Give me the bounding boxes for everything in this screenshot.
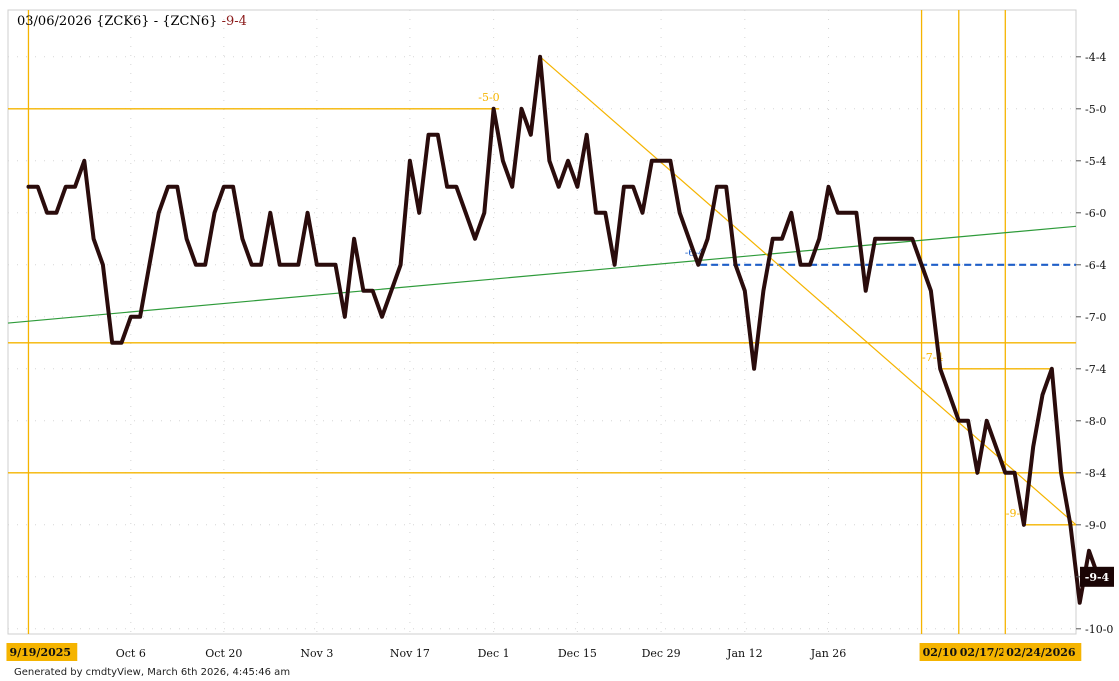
x-tick-label: Jan 12 xyxy=(726,647,763,660)
price-series-line xyxy=(26,54,1101,605)
y-tick-label: -8-4 xyxy=(1085,467,1106,480)
x-tick-label: Nov 3 xyxy=(300,647,333,660)
title-symbols: {ZCK6} - {ZCN6} xyxy=(96,14,218,29)
x-tick-label: Dec 15 xyxy=(558,647,597,660)
trendline xyxy=(539,56,1077,526)
x-tick-label: Dec 1 xyxy=(478,647,510,660)
y-tick-label: -6-0 xyxy=(1085,207,1106,220)
plot-border xyxy=(7,9,1077,635)
highlight-date-label: 02/10/ xyxy=(923,646,963,659)
last-value-badge-label: -9-4 xyxy=(1085,571,1110,584)
trendline xyxy=(7,225,1077,324)
generated-footer: Generated by cmdtyView, March 6th 2026, … xyxy=(14,667,291,678)
x-tick-label: Oct 6 xyxy=(116,647,146,660)
highlight-date-label: 9/19/2025 xyxy=(9,646,71,659)
title-last-value: -9-4 xyxy=(221,14,247,29)
chart-title: 03/06/2026 {ZCK6} - {ZCN6} -9-4 xyxy=(17,14,247,29)
chart-canvas: -5-0-7-4-9-0-6-4 -4-4 -5-0 -5-4 -6-0 -6-4 -7-… xyxy=(6,9,1114,661)
y-tick-label: -10-0 xyxy=(1085,623,1113,636)
y-tick-label: -5-0 xyxy=(1085,103,1106,116)
x-tick-label: Nov 17 xyxy=(390,647,430,660)
highlight-date-label: 02/17/2 xyxy=(960,646,1006,659)
y-tick-label: -8-0 xyxy=(1085,415,1106,428)
x-tick-label: Jan 26 xyxy=(810,647,847,660)
y-tick-label: -6-4 xyxy=(1085,259,1106,272)
y-tick-label: -7-4 xyxy=(1085,363,1106,376)
highlight-date-label: 02/24/2026 xyxy=(1006,646,1076,659)
x-tick-label: Dec 29 xyxy=(642,647,681,660)
y-tick-label: -4-4 xyxy=(1085,51,1106,64)
level-label: -5-0 xyxy=(478,91,499,104)
annotation-layer: -5-0-7-4-9-0-6-4 xyxy=(7,10,1077,634)
y-tick-label: -7-0 xyxy=(1085,311,1106,324)
series-layer xyxy=(26,54,1101,605)
grid xyxy=(7,9,1077,635)
title-date: 03/06/2026 xyxy=(17,14,92,29)
chart-window: -5-0 -7-4 -9-0 -6-4 -4-4 -5-0 -5-4 -6-0 -6-4 -7-… xyxy=(0,0,1119,681)
y-tick-label: -9-0 xyxy=(1085,519,1106,532)
x-tick-label: Oct 20 xyxy=(205,647,242,660)
axes-layer: -4-4 -5-0 -5-4 -6-0 -6-4 -7-0 -7-4 -8-0 -8-4 -9-0… xyxy=(6,51,1114,661)
y-tick-label: -5-4 xyxy=(1085,155,1106,168)
